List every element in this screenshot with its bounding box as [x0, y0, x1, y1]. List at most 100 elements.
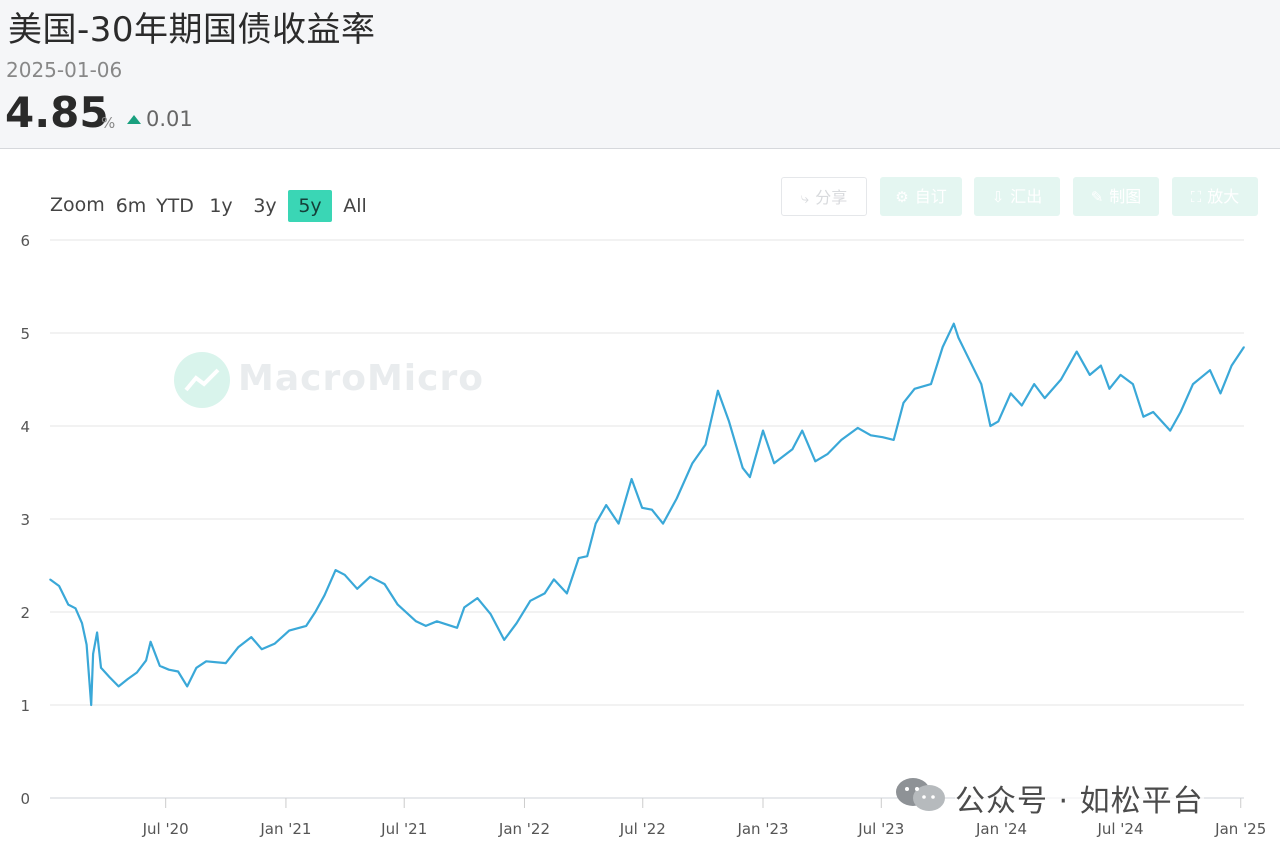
data-point — [980, 383, 983, 385]
wechat-icon — [896, 778, 945, 811]
data-point — [605, 504, 607, 506]
x-tick-label: Jan '25 — [1214, 820, 1266, 838]
data-point — [1043, 397, 1046, 399]
data-point — [1033, 383, 1035, 385]
data-point — [168, 668, 170, 671]
data-point — [92, 653, 94, 655]
data-point — [463, 606, 466, 609]
data-point — [913, 388, 916, 390]
data-point — [791, 448, 794, 451]
data-point — [274, 642, 276, 645]
data-point — [90, 704, 92, 706]
data-point — [814, 460, 817, 463]
data-point — [186, 685, 188, 688]
data-point — [415, 620, 417, 623]
page-title: 美国-30年期国债收益率 — [8, 10, 376, 50]
x-tick-label: Jul '21 — [380, 820, 427, 838]
data-point — [149, 641, 152, 643]
data-point — [1119, 374, 1122, 376]
data-point — [489, 613, 492, 615]
data-point — [704, 443, 707, 446]
data-point — [503, 639, 506, 641]
data-point — [586, 555, 588, 557]
x-tick-label: Jan '21 — [259, 820, 311, 838]
data-point — [543, 592, 546, 595]
grid — [50, 239, 1244, 799]
x-tick-label: Jan '22 — [498, 820, 550, 838]
data-point — [989, 425, 992, 427]
data-point — [1219, 392, 1222, 395]
data-point — [1132, 383, 1134, 385]
y-tick-label: 5 — [20, 325, 30, 343]
data-point — [159, 665, 161, 667]
data-point — [476, 597, 479, 599]
data-point — [594, 522, 597, 525]
data-point — [96, 631, 98, 634]
data-point — [436, 620, 438, 623]
data-point — [1108, 388, 1111, 390]
x-tick-label: Jul '20 — [142, 820, 189, 838]
data-point — [1100, 364, 1102, 367]
series-line — [49, 322, 1245, 707]
data-point — [728, 420, 730, 423]
data-point — [1243, 346, 1245, 348]
data-point — [260, 648, 263, 650]
y-axis: 0 1 2 3 4 5 6 — [20, 232, 30, 808]
data-point — [108, 676, 111, 678]
y-tick-label: 0 — [20, 790, 30, 808]
data-point — [840, 439, 843, 441]
data-point — [515, 622, 518, 624]
data-point — [205, 660, 207, 663]
data-point — [49, 578, 51, 581]
data-point — [195, 667, 198, 669]
chart-header: 美国-30年期国债收益率 2025-01-06 4.85 % 0.01 — [0, 0, 1280, 149]
data-point — [675, 497, 678, 500]
x-tick-label: Jan '23 — [736, 820, 788, 838]
data-point — [250, 636, 253, 638]
data-point — [1009, 392, 1012, 395]
data-point — [305, 625, 308, 627]
data-point — [881, 436, 884, 439]
data-point — [826, 453, 829, 455]
data-point — [58, 585, 60, 587]
data-point — [966, 355, 969, 358]
data-point — [177, 670, 179, 673]
data-point — [1230, 364, 1233, 367]
y-tick-label: 2 — [20, 604, 30, 622]
data-point — [1192, 383, 1194, 385]
up-arrow-icon — [127, 115, 141, 124]
data-point — [1152, 411, 1154, 413]
data-point — [127, 678, 129, 680]
data-point — [225, 662, 227, 664]
data-point — [529, 600, 532, 602]
data-point — [1169, 429, 1171, 432]
data-point — [749, 476, 751, 478]
data-point — [314, 611, 317, 613]
data-points — [49, 322, 1245, 706]
data-point — [892, 439, 895, 441]
y-tick-label: 6 — [20, 232, 30, 250]
data-point — [74, 607, 77, 610]
data-point — [617, 522, 620, 525]
data-point — [100, 667, 102, 669]
data-point — [773, 462, 775, 465]
data-point — [741, 467, 744, 469]
data-point — [383, 583, 386, 585]
value-change: 0.01 — [146, 107, 193, 131]
data-point — [396, 603, 399, 606]
data-point — [930, 383, 932, 385]
y-tick-label: 4 — [20, 418, 30, 436]
data-point — [456, 627, 458, 629]
data-point — [553, 578, 555, 581]
data-point — [941, 346, 944, 348]
data-point — [1075, 350, 1078, 353]
data-point — [953, 322, 955, 325]
y-tick-label: 1 — [20, 697, 30, 715]
data-point — [356, 588, 359, 590]
data-point — [870, 434, 872, 437]
x-tick-label: Jul '22 — [619, 820, 666, 838]
data-point — [762, 429, 764, 432]
data-point — [857, 427, 859, 429]
data-point — [1060, 378, 1062, 381]
data-point — [369, 575, 372, 578]
